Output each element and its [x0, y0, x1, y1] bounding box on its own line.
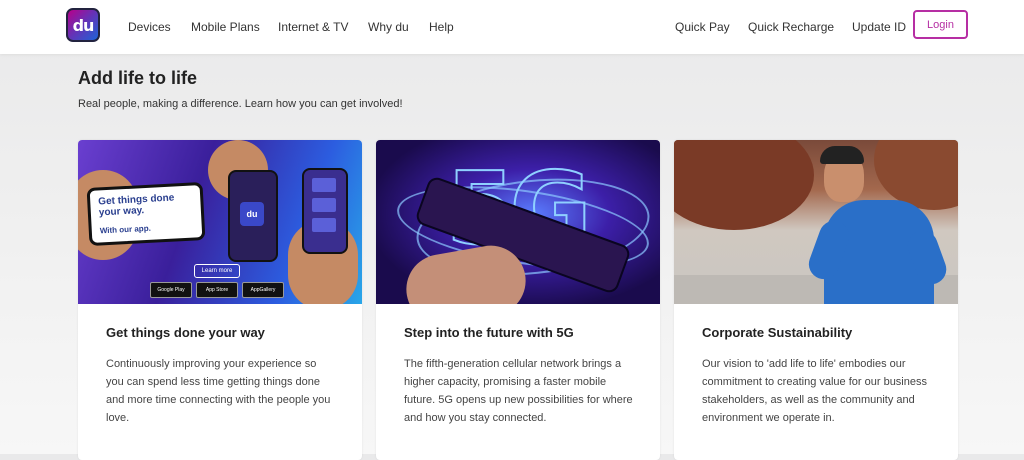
- google-play-badge: Google Play: [150, 282, 192, 298]
- app-gallery-badge: AppGallery: [242, 282, 284, 298]
- du-logo[interactable]: du: [66, 8, 100, 42]
- login-button[interactable]: Login: [913, 10, 968, 39]
- card-title[interactable]: Step into the future with 5G: [404, 325, 574, 340]
- app-store-badge: App Store: [196, 282, 238, 298]
- card-app-image: Get things done your way. With our app. d…: [78, 140, 362, 304]
- nav-internet-tv[interactable]: Internet & TV: [278, 20, 348, 34]
- card-description: Our vision to 'add life to life' embodie…: [702, 358, 927, 424]
- section-subtitle: Real people, making a difference. Learn …: [78, 98, 403, 110]
- card-5g-image: 5G: [376, 140, 660, 304]
- phone-landscape: Get things done your way. With our app.: [86, 182, 206, 246]
- nav-help[interactable]: Help: [429, 20, 454, 34]
- section-title: Add life to life: [78, 68, 197, 88]
- card-5g[interactable]: 5G Step into the future with 5G The fift…: [376, 140, 660, 460]
- card-sustainability-image: [674, 140, 958, 304]
- card-sustainability[interactable]: Corporate Sustainability Our vision to '…: [674, 140, 958, 460]
- nav-devices[interactable]: Devices: [128, 20, 171, 34]
- top-navigation-bar: du Devices Mobile Plans Internet & TV Wh…: [0, 0, 1024, 54]
- nav-quick-pay[interactable]: Quick Pay: [675, 20, 730, 34]
- card-app[interactable]: Get things done your way. With our app. d…: [78, 140, 362, 460]
- tree-shape: [674, 140, 814, 230]
- logo-text: du: [72, 15, 95, 35]
- card-description: The fifth-generation cellular network br…: [404, 358, 633, 424]
- phone-portrait: du: [228, 170, 278, 262]
- du-app-icon: du: [240, 202, 264, 226]
- card-title[interactable]: Corporate Sustainability: [702, 325, 852, 340]
- nav-why-du[interactable]: Why du: [368, 20, 409, 34]
- app-headline-1: Get things done your way.: [98, 192, 175, 219]
- nav-mobile-plans[interactable]: Mobile Plans: [191, 20, 260, 34]
- app-headline-2: With our app.: [99, 223, 152, 236]
- nav-update-id[interactable]: Update ID: [852, 20, 906, 34]
- card-description: Continuously improving your experience s…: [106, 358, 331, 424]
- phone-portrait-2: [302, 168, 348, 254]
- card-title[interactable]: Get things done your way: [106, 325, 265, 340]
- runner-cap: [820, 146, 864, 164]
- nav-quick-recharge[interactable]: Quick Recharge: [748, 20, 834, 34]
- learn-more-badge: Learn more: [194, 264, 240, 278]
